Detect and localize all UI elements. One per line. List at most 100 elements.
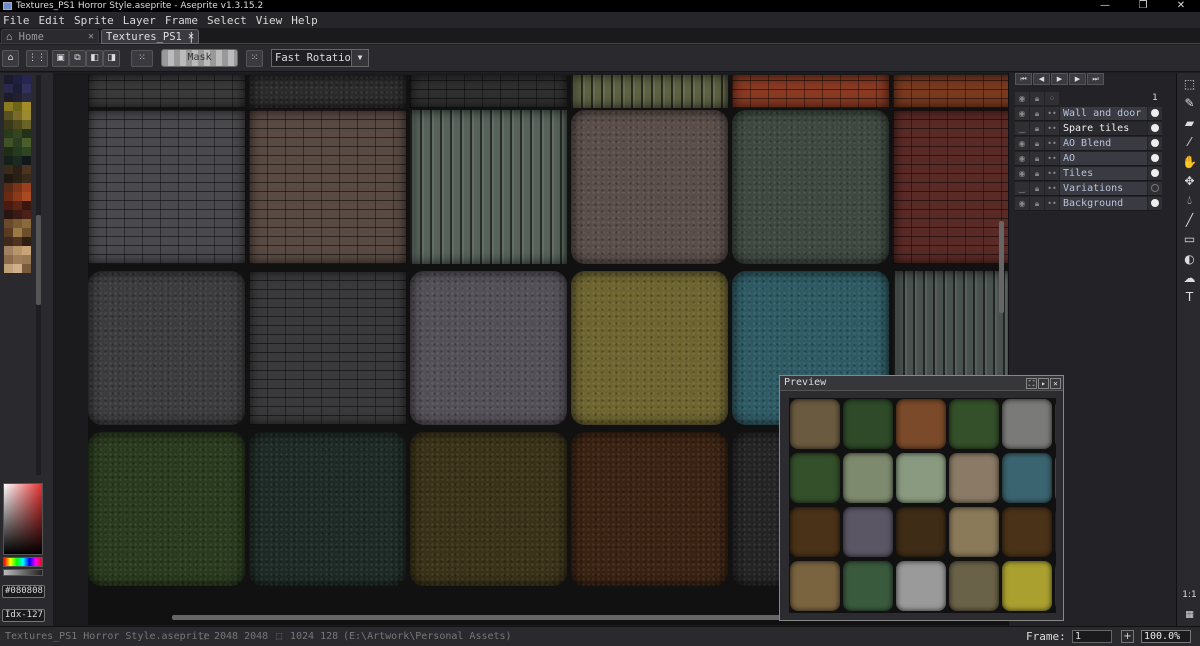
palette-swatch[interactable]	[22, 183, 31, 192]
lock-icon[interactable]: 🔒︎	[1030, 167, 1044, 180]
zoom-1to1-icon[interactable]: 1:1	[1181, 587, 1198, 604]
palette-swatch[interactable]	[22, 246, 31, 255]
palette-swatch[interactable]	[22, 102, 31, 111]
first-frame-button[interactable]: ⏮	[1015, 73, 1032, 85]
palette-swatch[interactable]	[22, 174, 31, 183]
palette-swatch[interactable]	[4, 210, 13, 219]
palette-swatch[interactable]	[22, 165, 31, 174]
eye-icon[interactable]: ◉	[1015, 107, 1029, 120]
cel[interactable]	[1148, 182, 1162, 195]
layer-row[interactable]: ◉ 🔒︎ •• Tiles	[1014, 166, 1162, 181]
cel[interactable]	[1148, 122, 1162, 135]
color-hex-field[interactable]: #080808	[2, 585, 45, 598]
bucket-icon[interactable]: 💧︎	[1181, 192, 1198, 209]
palette-swatch[interactable]	[13, 138, 22, 147]
palette-swatch[interactable]	[4, 246, 13, 255]
smudge-icon[interactable]: ☁	[1181, 270, 1198, 287]
eye-icon[interactable]: ◉	[1015, 152, 1029, 165]
grid-toggle-icon[interactable]: ▦	[1181, 607, 1198, 624]
palette-swatch[interactable]	[22, 111, 31, 120]
cel[interactable]	[1148, 137, 1162, 150]
layer-name[interactable]: Background	[1060, 197, 1147, 210]
continuous-icon[interactable]: ⁘	[1045, 92, 1059, 105]
previous-frame-button[interactable]: ◀	[1033, 73, 1050, 85]
layer-name[interactable]: Wall and door	[1060, 107, 1147, 120]
menu-help[interactable]: Help	[291, 14, 318, 27]
palette-swatch[interactable]	[13, 93, 22, 102]
palette-swatch[interactable]	[22, 237, 31, 246]
palette-swatch[interactable]	[13, 174, 22, 183]
palette-swatch[interactable]	[13, 210, 22, 219]
lock-icon[interactable]: 🔒︎	[1030, 107, 1044, 120]
palette-swatch[interactable]	[13, 156, 22, 165]
cel[interactable]	[1148, 197, 1162, 210]
pivot-icon[interactable]: ⁙	[131, 50, 153, 67]
continuous-icon[interactable]: ••	[1045, 137, 1059, 150]
palette-swatch[interactable]	[13, 165, 22, 174]
palette-scroll-thumb[interactable]	[36, 215, 41, 305]
zoom-field[interactable]: 100.0%	[1141, 630, 1191, 643]
color-saturation-picker[interactable]	[3, 483, 43, 555]
eye-icon[interactable]: ◉	[1015, 137, 1029, 150]
layer-name[interactable]: AO Blend	[1060, 137, 1147, 150]
palette-swatch[interactable]	[13, 255, 22, 264]
subtract-selection-icon[interactable]: ◧	[86, 50, 103, 67]
palette-swatch[interactable]	[4, 255, 13, 264]
palette-swatch[interactable]	[13, 147, 22, 156]
hand-icon[interactable]: ✋	[1181, 154, 1198, 171]
selection-mode-icon[interactable]: ⋮⋮	[26, 50, 48, 67]
canvas-hscroll-thumb[interactable]	[172, 615, 864, 620]
frame-number[interactable]: 1	[1148, 92, 1162, 105]
palette-swatch[interactable]	[22, 93, 31, 102]
rectangle-icon[interactable]: ▭	[1181, 231, 1198, 248]
palette-swatch[interactable]	[22, 228, 31, 237]
maximize-button[interactable]: ❐	[1124, 0, 1162, 12]
layer-row[interactable]: ◉ 🔒︎ •• Background	[1014, 196, 1162, 211]
layer-row[interactable]: ◉ 🔒︎ •• Wall and door	[1014, 106, 1162, 121]
blur-icon[interactable]: ◐	[1181, 251, 1198, 268]
palette-swatch[interactable]	[4, 147, 13, 156]
menu-layer[interactable]: Layer	[123, 14, 156, 27]
layer-name[interactable]: Tiles	[1060, 167, 1147, 180]
preview-play-button[interactable]: ▸	[1038, 378, 1049, 389]
palette-swatch[interactable]	[4, 264, 13, 273]
layer-row[interactable]: ‿ 🔒︎ •• Spare tiles	[1014, 121, 1162, 136]
palette-swatch[interactable]	[22, 84, 31, 93]
lock-icon[interactable]: 🔒︎	[1030, 92, 1044, 105]
eye-icon[interactable]: ◉	[1015, 167, 1029, 180]
next-frame-button[interactable]: ▶	[1069, 73, 1086, 85]
eye-icon[interactable]: ◉	[1015, 92, 1029, 105]
palette-swatch[interactable]	[13, 183, 22, 192]
menu-view[interactable]: View	[256, 14, 283, 27]
palette-swatch[interactable]	[22, 192, 31, 201]
alpha-slider[interactable]	[3, 569, 43, 576]
palette-swatch[interactable]	[13, 192, 22, 201]
close-tab-icon[interactable]: ✕	[188, 30, 194, 44]
palette-swatch[interactable]	[4, 84, 13, 93]
marquee-icon[interactable]: ⬚	[1181, 76, 1198, 93]
layer-row[interactable]: ◉ 🔒︎ •• AO Blend	[1014, 136, 1162, 151]
palette-swatch[interactable]	[4, 102, 13, 111]
palette-swatch[interactable]	[4, 120, 13, 129]
palette-swatch[interactable]	[13, 129, 22, 138]
continuous-icon[interactable]: ••	[1045, 197, 1059, 210]
eraser-icon[interactable]: ▰	[1181, 115, 1198, 132]
palette-swatch[interactable]	[22, 156, 31, 165]
palette-swatch[interactable]	[4, 219, 13, 228]
layer-name[interactable]: AO	[1060, 152, 1147, 165]
new-frame-button[interactable]: +	[1121, 630, 1134, 643]
cel[interactable]	[1148, 152, 1162, 165]
palette-swatch[interactable]	[22, 255, 31, 264]
menu-sprite[interactable]: Sprite	[74, 14, 114, 27]
continuous-icon[interactable]: ••	[1045, 182, 1059, 195]
palette-swatch[interactable]	[22, 219, 31, 228]
lock-icon[interactable]: 🔒︎	[1030, 182, 1044, 195]
palette-swatch[interactable]	[13, 84, 22, 93]
menu-file[interactable]: File	[3, 14, 30, 27]
minimize-button[interactable]: —	[1086, 0, 1124, 12]
preview-canvas[interactable]	[789, 398, 1056, 613]
color-index-field[interactable]: Idx-127	[2, 609, 45, 622]
tab-sprite-file[interactable]: Textures_PS1 | ✕	[101, 29, 199, 44]
cel[interactable]	[1148, 167, 1162, 180]
line-icon[interactable]: ╱	[1181, 212, 1198, 229]
